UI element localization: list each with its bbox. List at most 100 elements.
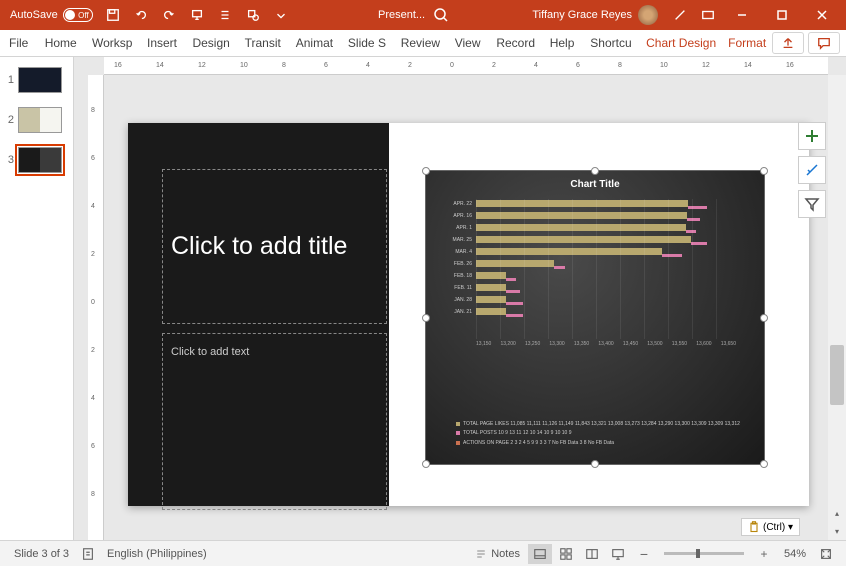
resize-handle[interactable] <box>760 167 768 175</box>
autosave-label: AutoSave <box>10 9 58 21</box>
chart-styles-button[interactable] <box>798 156 826 184</box>
fit-window-button[interactable] <box>814 544 838 564</box>
resize-handle[interactable] <box>760 460 768 468</box>
accessibility-icon[interactable] <box>75 547 101 561</box>
share-button[interactable] <box>772 32 804 54</box>
tab-file[interactable]: File <box>0 30 36 57</box>
resize-handle[interactable] <box>591 460 599 468</box>
save-icon[interactable] <box>99 1 127 29</box>
tab-view[interactable]: View <box>446 30 488 57</box>
chart-object[interactable]: Chart Title APR. 22APR. 16APR. 1MAR. 25M… <box>425 170 765 465</box>
minimize-button[interactable] <box>722 1 762 29</box>
zoom-out-button[interactable]: − <box>632 544 656 564</box>
legend-text: ACTIONS ON PAGE 2 3 2 4 5 9 9 3 3 7 No F… <box>463 440 614 448</box>
tab-review[interactable]: Review <box>392 30 446 57</box>
brush-icon[interactable] <box>666 1 694 29</box>
maximize-button[interactable] <box>762 1 802 29</box>
workspace: 1 2 3 1614121086420246810121416 86420246… <box>0 57 846 540</box>
slide-counter[interactable]: Slide 3 of 3 <box>8 548 75 560</box>
display-icon[interactable] <box>694 1 722 29</box>
statusbar: Slide 3 of 3 English (Philippines) Notes… <box>0 540 846 566</box>
document-title: Present... <box>378 9 425 21</box>
search-icon[interactable] <box>433 7 449 23</box>
vertical-scrollbar[interactable]: ▴ ▾ <box>828 75 846 540</box>
clipboard-icon <box>748 521 760 533</box>
notes-button[interactable]: Notes <box>469 548 526 560</box>
thumb-num: 3 <box>4 154 14 166</box>
legend-text: TOTAL PAGE LIKES 11,085 11,111 11,126 11… <box>463 421 740 429</box>
user-name: Tiffany Grace Reyes <box>532 9 632 21</box>
zoom-in-button[interactable]: + <box>752 544 776 564</box>
slide-editor: 1614121086420246810121416 864202468 Clic… <box>74 57 846 540</box>
zoom-slider[interactable] <box>664 552 744 555</box>
resize-handle[interactable] <box>760 314 768 322</box>
tab-workspace[interactable]: Worksp <box>83 30 138 57</box>
scroll-up-icon[interactable]: ▴ <box>828 504 846 522</box>
slide-thumbnail-1[interactable] <box>18 67 62 93</box>
language-button[interactable]: English (Philippines) <box>101 548 213 560</box>
legend-swatch <box>456 431 460 435</box>
thumb-num: 2 <box>4 114 14 126</box>
normal-view-button[interactable] <box>528 544 552 564</box>
chart-elements-button[interactable] <box>798 122 826 150</box>
reading-view-button[interactable] <box>580 544 604 564</box>
text-placeholder[interactable]: Click to add text <box>162 333 387 510</box>
tab-design[interactable]: Design <box>183 30 235 57</box>
chart-filters-button[interactable] <box>798 190 826 218</box>
redo-icon[interactable] <box>155 1 183 29</box>
comments-button[interactable] <box>808 32 840 54</box>
slideshow-button[interactable] <box>606 544 630 564</box>
chart-side-tools <box>798 122 828 218</box>
slide-thumbnail-3[interactable] <box>18 147 62 173</box>
chart-legend: TOTAL PAGE LIKES 11,085 11,111 11,126 11… <box>456 421 754 450</box>
tab-format[interactable]: Format <box>719 30 772 57</box>
tab-help[interactable]: Help <box>541 30 582 57</box>
title-placeholder-text: Click to add title <box>171 232 347 261</box>
tab-recording[interactable]: Record <box>487 30 540 57</box>
canvas[interactable]: Click to add title Click to add text Cha… <box>104 75 828 540</box>
tab-insert[interactable]: Insert <box>138 30 183 57</box>
resize-handle[interactable] <box>422 167 430 175</box>
chart-xaxis: 13,15013,20013,25013,30013,35013,40013,4… <box>476 341 736 347</box>
tab-transitions[interactable]: Transit <box>236 30 287 57</box>
more-icon[interactable] <box>267 1 295 29</box>
user-account[interactable]: Tiffany Grace Reyes <box>532 5 658 25</box>
tab-chart-design[interactable]: Chart Design <box>637 30 719 57</box>
autosave-toggle[interactable]: AutoSave Off <box>4 8 99 22</box>
tab-animations[interactable]: Animat <box>287 30 339 57</box>
resize-handle[interactable] <box>422 314 430 322</box>
slide-thumbnail-2[interactable] <box>18 107 62 133</box>
ctrl-label: (Ctrl) ▾ <box>763 522 793 533</box>
scrollbar-thumb[interactable] <box>830 345 844 405</box>
undo-icon[interactable] <box>127 1 155 29</box>
legend-swatch <box>456 422 460 426</box>
chart-bars: APR. 22APR. 16APR. 1MAR. 25MAR. 4FEB. 26… <box>476 199 736 319</box>
slide-sorter-button[interactable] <box>554 544 578 564</box>
thumb-num: 1 <box>4 74 14 86</box>
legend-swatch <box>456 441 460 445</box>
thumbnail-panel: 1 2 3 <box>0 57 74 540</box>
tab-shortcut[interactable]: Shortcu <box>581 30 637 57</box>
slide[interactable]: Click to add title Click to add text Cha… <box>128 123 809 506</box>
tab-home[interactable]: Home <box>36 30 83 57</box>
tab-slideshow[interactable]: Slide S <box>339 30 392 57</box>
paste-options-popup[interactable]: (Ctrl) ▾ <box>741 518 800 536</box>
titlebar: AutoSave Off Present... Tiffany Grace Re… <box>0 0 846 30</box>
scroll-down-icon[interactable]: ▾ <box>828 522 846 540</box>
resize-handle[interactable] <box>591 167 599 175</box>
resize-handle[interactable] <box>422 460 430 468</box>
ribbon-tabs: File Home Worksp Insert Design Transit A… <box>0 30 846 57</box>
notes-label: Notes <box>491 548 520 560</box>
text-placeholder-text: Click to add text <box>171 346 249 358</box>
close-button[interactable] <box>802 1 842 29</box>
toggle-switch[interactable]: Off <box>63 8 93 22</box>
shape-icon[interactable] <box>239 1 267 29</box>
legend-text: TOTAL POSTS 10 9 13 11 12 10 14 10 9 10 … <box>463 430 572 438</box>
horizontal-ruler[interactable]: 1614121086420246810121416 <box>104 57 828 75</box>
avatar <box>638 5 658 25</box>
from-beginning-icon[interactable] <box>183 1 211 29</box>
vertical-ruler[interactable]: 864202468 <box>88 75 104 540</box>
list-icon[interactable] <box>211 1 239 29</box>
zoom-level[interactable]: 54% <box>778 548 812 560</box>
title-placeholder[interactable]: Click to add title <box>162 169 387 324</box>
